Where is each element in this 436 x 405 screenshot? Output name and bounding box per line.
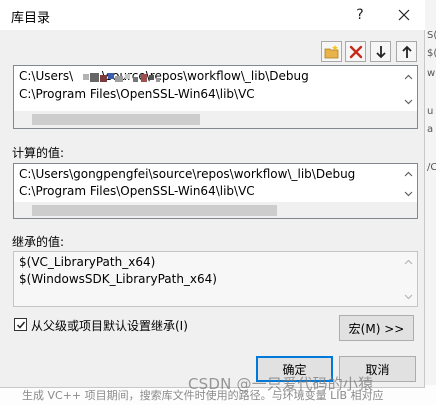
arrow-down-icon: [375, 45, 386, 58]
background-fragment: a: [427, 124, 434, 135]
new-line-button[interactable]: [321, 41, 342, 62]
csdn-watermark: CSDN @一只爱代码的小猿: [188, 375, 374, 393]
chevron-up-icon: [404, 171, 413, 176]
background-fragment: S(: [427, 30, 436, 41]
inherited-line: $(WindowsSDK_LibraryPath_x64): [19, 272, 217, 286]
background-fragment: u: [427, 106, 434, 117]
horizontal-scrollbar[interactable]: [14, 111, 417, 128]
help-button[interactable]: ?: [340, 0, 380, 30]
folder-new-icon: [324, 44, 338, 58]
checkmark-icon: [16, 321, 25, 329]
background-fragment: /C: [427, 162, 436, 173]
title-bar[interactable]: 库目录 ?: [0, 0, 425, 30]
chevron-down-icon: [404, 99, 413, 104]
inherit-checkbox-label[interactable]: 从父级或项目默认设置继承(I): [31, 317, 188, 334]
close-button[interactable]: [384, 0, 424, 30]
delete-button[interactable]: [345, 41, 366, 62]
list-item-text: C:\Program Files\OpenSSL-Win64\lib\VC: [19, 87, 255, 101]
chevron-down-icon: [404, 191, 413, 196]
scroll-down-button[interactable]: [400, 185, 417, 202]
scroll-up-button[interactable]: [400, 165, 417, 182]
background-fragment: w: [427, 68, 436, 79]
scroll-down-button[interactable]: [400, 288, 417, 305]
macros-button[interactable]: 宏(M) >>: [339, 315, 414, 341]
help-icon: ?: [356, 7, 364, 23]
vertical-scrollbar[interactable]: [400, 66, 417, 111]
dialog-title: 库目录: [11, 11, 51, 26]
background-window-edge: S( $( w u a /C: [425, 0, 436, 405]
horizontal-scroll-thumb[interactable]: [32, 205, 277, 216]
vertical-scrollbar[interactable]: [400, 164, 417, 202]
scroll-up-button[interactable]: [400, 68, 417, 85]
delete-x-icon: [349, 45, 362, 58]
move-down-button[interactable]: [370, 41, 391, 62]
inherit-checkbox[interactable]: [14, 318, 27, 331]
evaluated-line: C:\Program Files\OpenSSL-Win64\lib\VC: [19, 184, 255, 198]
scroll-down-button[interactable]: [400, 93, 417, 110]
evaluated-value-label: 计算的值:: [12, 146, 65, 160]
close-icon: [398, 9, 410, 21]
horizontal-scroll-thumb[interactable]: [32, 114, 200, 125]
evaluated-value-box: C:\Users\gongpengfei\source\repos\workfl…: [13, 163, 418, 219]
library-directories-dialog: 库目录 ? C:\Users\ \source\repos\workflow\_…: [0, 0, 425, 388]
background-fragment: $(: [427, 48, 436, 59]
edit-directories-list[interactable]: C:\Users\ \source\repos\workflow\_lib\De…: [13, 65, 418, 129]
inherited-values-box: $(VC_LibraryPath_x64) $(WindowsSDK_Libra…: [13, 251, 418, 307]
vertical-scrollbar[interactable]: [400, 252, 417, 306]
chevron-down-icon: [404, 294, 413, 299]
horizontal-scrollbar[interactable]: [14, 202, 417, 218]
evaluated-line: C:\Users\gongpengfei\source\repos\workfl…: [19, 167, 356, 181]
inherited-values-label: 继承的值:: [12, 235, 65, 249]
arrow-up-icon: [401, 45, 412, 58]
redaction-mosaic: [83, 73, 160, 82]
inherited-line: $(VC_LibraryPath_x64): [19, 255, 156, 269]
move-up-button[interactable]: [396, 41, 417, 62]
chevron-up-icon: [404, 259, 413, 264]
chevron-up-icon: [404, 74, 413, 79]
list-item[interactable]: C:\Program Files\OpenSSL-Win64\lib\VC: [19, 87, 255, 101]
scroll-up-button[interactable]: [400, 253, 417, 270]
